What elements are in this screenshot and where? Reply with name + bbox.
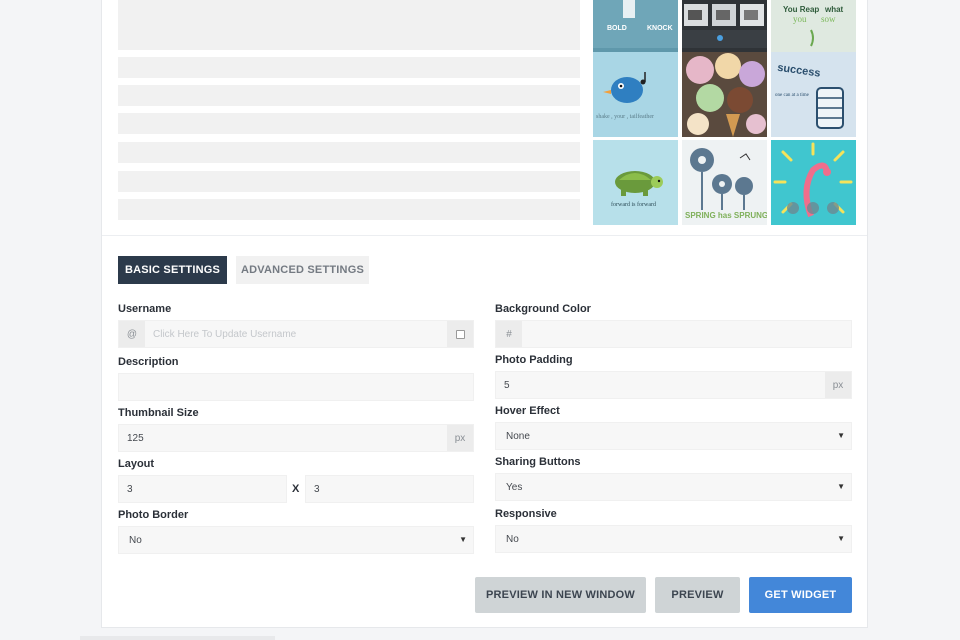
px-unit-addon: px xyxy=(825,372,851,398)
px-unit-addon: px xyxy=(447,425,473,451)
preview-placeholder-line xyxy=(118,57,580,78)
caret-down-icon: ▼ xyxy=(837,534,845,543)
photo-border-value: No xyxy=(129,534,142,546)
username-label: Username xyxy=(118,303,172,315)
tab-advanced-settings[interactable]: ADVANCED SETTINGS xyxy=(236,256,369,284)
preview-button[interactable]: PREVIEW xyxy=(655,577,740,613)
caret-down-icon: ▼ xyxy=(837,482,845,491)
preview-in-new-window-button[interactable]: PREVIEW IN NEW WINDOW xyxy=(475,577,646,613)
gallery-photo[interactable]: forward is forward xyxy=(593,140,678,225)
photo-padding-field[interactable]: 5 px xyxy=(495,371,852,399)
tile-text: forward is forward xyxy=(611,201,656,208)
layout-columns-value[interactable]: 3 xyxy=(127,484,133,495)
preview-placeholder-line xyxy=(118,171,580,192)
photo-border-label: Photo Border xyxy=(118,509,189,521)
photo-gallery-preview: BOLD KNOCK You Reap what you sow shake ,… xyxy=(593,0,857,225)
preview-placeholder-line xyxy=(118,113,580,134)
preview-placeholder-block xyxy=(118,0,580,50)
description-input[interactable] xyxy=(127,374,473,400)
layout-separator: X xyxy=(292,483,300,495)
sharing-buttons-select[interactable]: Yes ▼ xyxy=(495,473,852,501)
tile-text: You Reap xyxy=(783,5,819,14)
thumbnail-size-label: Thumbnail Size xyxy=(118,407,199,419)
preview-placeholder-line xyxy=(118,85,580,106)
tile-text: SPRING has SPRUNG xyxy=(685,211,767,220)
gallery-photo[interactable]: success one can at a time xyxy=(771,52,856,137)
photo-padding-label: Photo Padding xyxy=(495,354,573,366)
username-field[interactable]: @ xyxy=(118,320,474,348)
gallery-photo[interactable]: SPRING has SPRUNG xyxy=(682,140,767,225)
caret-down-icon: ▼ xyxy=(459,535,467,544)
caret-down-icon: ▼ xyxy=(837,431,845,440)
gallery-photo[interactable] xyxy=(682,52,767,137)
at-sign-addon: @ xyxy=(119,321,145,347)
description-label: Description xyxy=(118,356,179,368)
tab-basic-settings[interactable]: BASIC SETTINGS xyxy=(118,256,227,284)
preview-placeholder-line xyxy=(118,199,580,220)
tile-text: you xyxy=(793,14,807,24)
hover-effect-label: Hover Effect xyxy=(495,405,560,417)
checkbox-icon[interactable] xyxy=(455,329,465,339)
layout-columns-field[interactable]: 3 xyxy=(118,475,287,503)
widget-builder-card: BOLD KNOCK You Reap what you sow shake ,… xyxy=(101,0,868,628)
sharing-buttons-value: Yes xyxy=(506,481,523,493)
gallery-photo[interactable] xyxy=(771,140,856,225)
responsive-value: No xyxy=(506,533,519,545)
tile-text: sow xyxy=(821,14,836,24)
username-input[interactable] xyxy=(153,321,473,347)
tile-text: one can at a time xyxy=(775,93,810,98)
photo-border-select[interactable]: No ▼ xyxy=(118,526,474,554)
layout-label: Layout xyxy=(118,458,155,470)
tile-text: shake , your , tailfeather xyxy=(596,113,654,120)
description-field[interactable] xyxy=(118,373,474,401)
footer-placeholder xyxy=(80,636,275,640)
sharing-buttons-label: Sharing Buttons xyxy=(495,456,581,468)
preview-placeholder-line xyxy=(118,142,580,163)
background-color-input[interactable] xyxy=(528,321,851,347)
tile-text: KNOCK xyxy=(647,25,673,32)
get-widget-button[interactable]: GET WIDGET xyxy=(749,577,852,613)
layout-rows-field[interactable]: 3 xyxy=(305,475,474,503)
layout-rows-value[interactable]: 3 xyxy=(314,484,320,495)
hash-addon: # xyxy=(496,321,522,347)
section-divider xyxy=(102,235,867,236)
background-color-field[interactable]: # xyxy=(495,320,852,348)
background-color-label: Background Color xyxy=(495,303,591,315)
responsive-select[interactable]: No ▼ xyxy=(495,525,852,553)
tile-text: what xyxy=(824,5,844,14)
responsive-label: Responsive xyxy=(495,508,557,520)
thumbnail-size-value[interactable]: 125 xyxy=(127,433,144,444)
hover-effect-value: None xyxy=(506,430,530,442)
thumbnail-size-field[interactable]: 125 px xyxy=(118,424,474,452)
username-checkbox-addon xyxy=(447,321,473,347)
hover-effect-select[interactable]: None ▼ xyxy=(495,422,852,450)
gallery-photo[interactable]: shake , your , tailfeather xyxy=(593,52,678,137)
tile-text: BOLD xyxy=(607,25,627,32)
photo-padding-value[interactable]: 5 xyxy=(504,380,510,391)
